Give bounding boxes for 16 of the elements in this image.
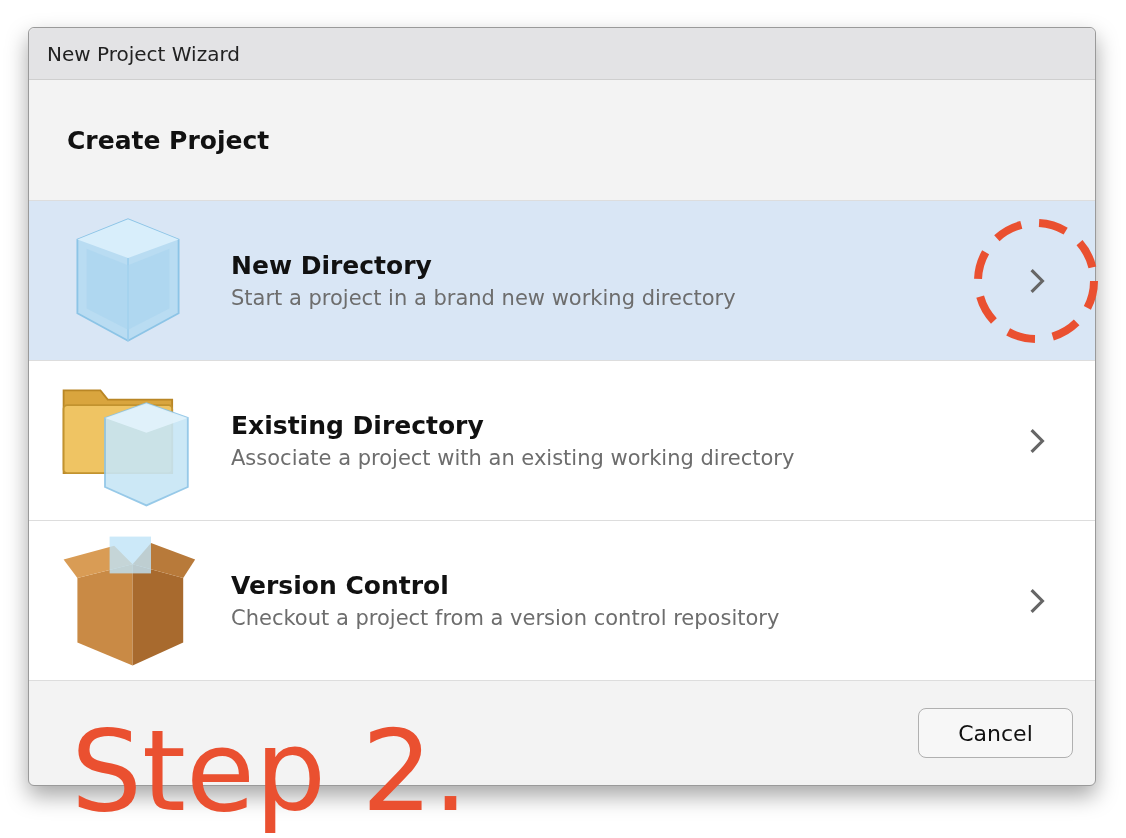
project-option[interactable]: New Directory Start a project in a brand new working directory: [29, 200, 1095, 360]
window-title: New Project Wizard: [47, 41, 240, 66]
chevron-right-icon: [1028, 586, 1046, 615]
option-description: Start a project in a brand new working directory: [231, 286, 737, 310]
cancel-button[interactable]: Cancel: [918, 708, 1073, 758]
chevron-right-icon: [1028, 266, 1046, 295]
option-description: Checkout a project from a version control repository: [231, 606, 781, 630]
project-option[interactable]: Version Control Checkout a project from a version control repository: [29, 520, 1095, 680]
step-annotation: Step 2.: [71, 713, 469, 831]
chevron-right-icon: [1028, 426, 1046, 455]
option-description: Associate a project with an existing working directory: [231, 446, 796, 470]
option-title: New Directory: [231, 251, 433, 280]
option-title: Existing Directory: [231, 411, 485, 440]
project-option[interactable]: Existing Directory Associate a project with an existing working directory: [29, 360, 1095, 520]
dialog-heading: Create Project: [67, 125, 270, 155]
option-title: Version Control: [231, 571, 450, 600]
